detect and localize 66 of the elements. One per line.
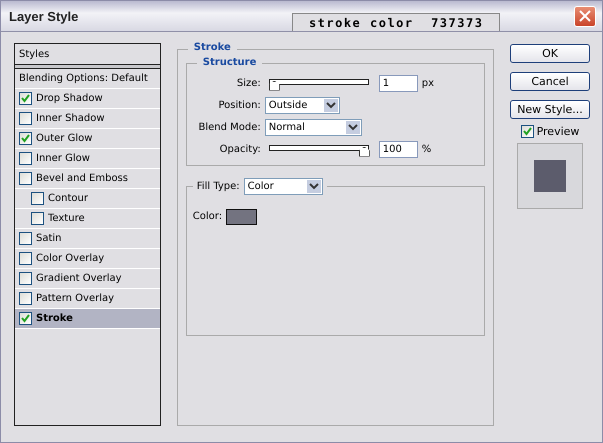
checkbox[interactable] xyxy=(31,192,44,205)
checkbox[interactable] xyxy=(19,152,32,165)
style-label: Drop Shadow xyxy=(36,93,103,104)
field-label: Color: xyxy=(192,211,222,222)
field-label: Blend Mode: xyxy=(198,122,261,133)
style-list-item[interactable]: Stroke xyxy=(15,309,160,329)
window-title: Layer Style xyxy=(9,8,78,24)
color-swatch[interactable] xyxy=(226,208,258,224)
checkbox[interactable] xyxy=(19,132,32,145)
checkbox[interactable] xyxy=(19,112,32,125)
checkbox[interactable] xyxy=(19,172,32,185)
field-label: Size: xyxy=(236,78,261,89)
style-label: Pattern Overlay xyxy=(36,293,114,304)
style-list-item[interactable]: Texture xyxy=(15,209,160,229)
style-list-item[interactable]: Color Overlay xyxy=(15,249,160,269)
checkbox[interactable] xyxy=(19,232,32,245)
checkbox[interactable] xyxy=(19,252,32,265)
style-list-item[interactable]: Contour xyxy=(15,189,160,209)
input-field[interactable]: 1 xyxy=(378,75,418,92)
dropdown-caret-icon[interactable] xyxy=(346,121,360,134)
unit-label: % xyxy=(422,144,432,155)
checkbox[interactable] xyxy=(19,312,32,325)
dialog-button[interactable]: OK xyxy=(510,44,590,63)
slider[interactable] xyxy=(268,144,369,156)
checkbox[interactable] xyxy=(31,212,44,225)
close-button[interactable] xyxy=(574,6,596,26)
style-label: Bevel and Emboss xyxy=(36,173,128,184)
dropdown-caret-icon[interactable] xyxy=(324,99,338,112)
checkbox[interactable] xyxy=(520,125,534,138)
square-icon xyxy=(534,160,566,192)
style-label: Outer Glow xyxy=(36,133,92,144)
style-label: Color Overlay xyxy=(36,253,104,264)
unit-label: px xyxy=(422,78,434,89)
input-field[interactable]: 100 xyxy=(378,141,418,158)
style-label: Inner Glow xyxy=(36,153,90,164)
style-list-item[interactable]: Inner Shadow xyxy=(15,109,160,129)
style-label: Satin xyxy=(36,233,62,244)
checkbox[interactable] xyxy=(19,92,32,105)
close-icon xyxy=(579,10,591,22)
dropdown-caret-icon[interactable] xyxy=(306,180,321,193)
checkbox-label: Preview xyxy=(536,125,580,138)
blend-mode-dropdown[interactable]: Normal xyxy=(264,119,362,136)
group-title: Structure xyxy=(196,57,262,68)
style-label: Gradient Overlay xyxy=(36,273,122,284)
style-list-item[interactable]: Inner Glow xyxy=(15,149,160,169)
field-label: Position: xyxy=(217,100,261,111)
style-list-item[interactable]: Drop Shadow xyxy=(15,89,160,109)
field-label: Fill Type: xyxy=(196,181,240,192)
group-title: Stroke xyxy=(188,42,237,53)
dialog-button[interactable]: New Style... xyxy=(510,100,590,119)
style-label: Stroke xyxy=(36,313,73,324)
dialog-button[interactable]: Cancel xyxy=(510,72,590,91)
style-label: Texture xyxy=(48,213,85,224)
slider[interactable] xyxy=(268,78,369,90)
checkbox[interactable] xyxy=(19,272,32,285)
style-list-item[interactable]: Satin xyxy=(15,229,160,249)
style-label: Contour xyxy=(48,193,88,204)
style-list-item[interactable]: Outer Glow xyxy=(15,129,160,149)
position-dropdown[interactable]: Outside xyxy=(264,97,340,114)
fill-type-dropdown[interactable]: Color xyxy=(244,178,323,195)
style-list-item[interactable]: Blending Options: Default xyxy=(15,69,160,89)
style-list-item[interactable]: Gradient Overlay xyxy=(15,269,160,289)
style-list-item[interactable]: Bevel and Emboss xyxy=(15,169,160,189)
checkbox[interactable] xyxy=(19,292,32,305)
field-label: Opacity: xyxy=(218,144,261,155)
style-label: Inner Shadow xyxy=(36,113,105,124)
